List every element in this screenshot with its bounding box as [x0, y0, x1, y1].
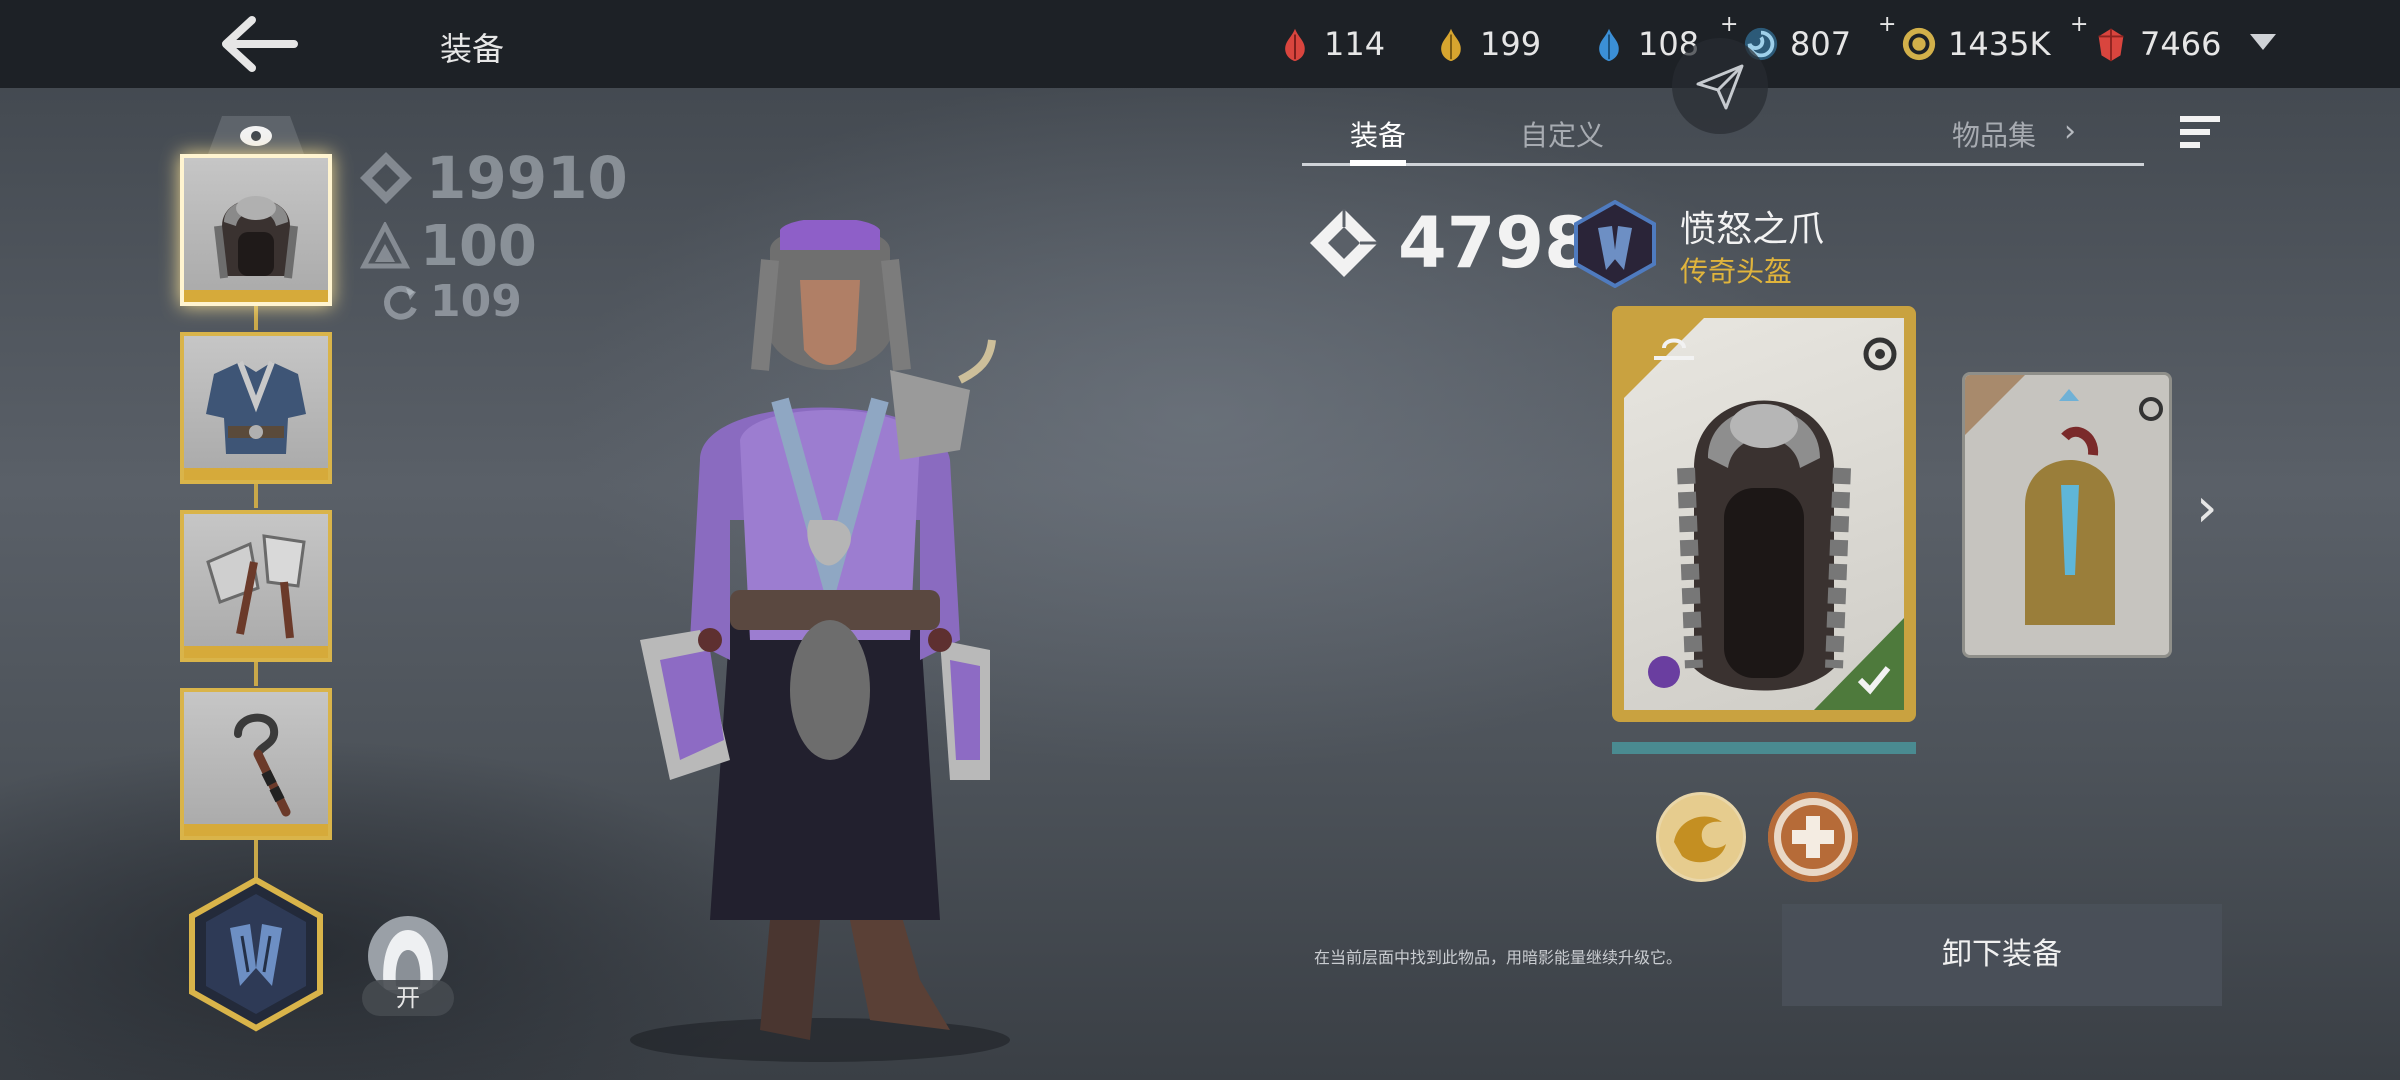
- slot-connector: [254, 660, 258, 686]
- upgrade-hint-text: 在当前层面中找到此物品，用暗影能量继续升级它。: [1314, 948, 1683, 967]
- resource-value: 7466: [2140, 25, 2222, 63]
- plus-cross-icon: [1768, 792, 1858, 882]
- resource-gold-shard[interactable]: 199: [1432, 22, 1541, 66]
- cycle-value: 109: [430, 276, 522, 327]
- slot-connector: [254, 838, 258, 878]
- item-name: 愤怒之爪: [1680, 209, 1825, 250]
- helmet-icon: [214, 196, 298, 279]
- tab-customize[interactable]: 自定义: [1520, 114, 1604, 154]
- item-class-emblem-icon: [1574, 200, 1656, 288]
- add-indicator: +: [1878, 12, 1897, 37]
- resource-ruby-gem[interactable]: + 7466: [2070, 12, 2222, 66]
- item-rarity: 传奇头盔: [1680, 255, 1793, 288]
- back-button[interactable]: [220, 14, 300, 74]
- back-arrow-icon: [222, 16, 298, 72]
- tab-underline: [1302, 163, 2144, 166]
- sort-icon[interactable]: [2180, 116, 2220, 150]
- gold-helmet-icon: [1965, 375, 2169, 655]
- upgrade-button[interactable]: [1768, 792, 1858, 882]
- equipment-tabs: 装备 自定义 物品集 ›: [1302, 108, 2144, 166]
- level-value: 100: [420, 214, 537, 279]
- add-indicator: +: [1720, 12, 1739, 37]
- power-diamond-icon: [1310, 209, 1378, 277]
- item-card-selected[interactable]: [1612, 306, 1916, 722]
- total-power-value: 19910: [426, 144, 628, 212]
- next-item-chevron-icon[interactable]: ›: [2196, 476, 2218, 539]
- page-title: 装备: [440, 30, 505, 68]
- hook-weapon-icon: [234, 713, 291, 817]
- add-indicator: +: [2070, 12, 2089, 37]
- resource-value: 1435K: [1948, 25, 2051, 63]
- paper-plane-icon: [1696, 64, 1744, 110]
- item-upgrade-progress: [1612, 742, 1916, 754]
- item-card-alternate[interactable]: [1962, 372, 2172, 658]
- set-emblem-button[interactable]: [186, 876, 326, 1032]
- power-diamond-icon: [360, 152, 412, 204]
- preview-toggle-tab[interactable]: [208, 116, 304, 154]
- gold-shard-icon: [1441, 28, 1461, 62]
- resources-dropdown-button[interactable]: [2250, 34, 2276, 50]
- resource-value: 114: [1324, 25, 1386, 63]
- unequip-button[interactable]: 卸下装备: [1782, 904, 2222, 1006]
- level-stat: 100: [360, 214, 537, 279]
- cycle-icon: [384, 285, 417, 320]
- slot-rarity-bar: [184, 646, 328, 658]
- slot-rarity-bar: [184, 824, 328, 836]
- ruby-gem-icon: [2098, 28, 2124, 62]
- resource-value: 807: [1790, 25, 1852, 63]
- tab-active-indicator: [1350, 160, 1406, 166]
- equip-slot-ranged[interactable]: [180, 688, 332, 840]
- red-shard-icon: [1285, 28, 1305, 62]
- equip-slot-helmet[interactable]: [180, 154, 332, 306]
- resource-value: 199: [1480, 25, 1542, 63]
- tab-equipment[interactable]: 装备: [1350, 114, 1406, 154]
- helmet-icon: [1624, 318, 1904, 710]
- slot-connector: [254, 304, 258, 330]
- slot-connector: [254, 482, 258, 508]
- character-model[interactable]: [620, 220, 1020, 1070]
- coin-icon: [1902, 27, 1936, 61]
- blue-shard-icon: [1599, 28, 1619, 62]
- item-card-art: [1624, 318, 1904, 710]
- hood-toggle-label[interactable]: 开: [362, 980, 454, 1016]
- slot-rarity-bar: [184, 290, 328, 302]
- equip-slot-chest[interactable]: [180, 332, 332, 484]
- item-power-value: 4798: [1398, 202, 1593, 284]
- cycle-stat: 109: [380, 276, 522, 327]
- chest-armor-icon: [206, 360, 306, 454]
- slot-rarity-bar: [184, 468, 328, 480]
- item-power: 4798: [1306, 202, 1593, 284]
- total-power-stat: 19910: [356, 144, 628, 212]
- resource-red-shard[interactable]: 114: [1276, 22, 1385, 66]
- swirl-wave-icon: [1659, 795, 1743, 879]
- tab-item-sets[interactable]: 物品集: [1952, 114, 2036, 154]
- infuse-button[interactable]: [1656, 792, 1746, 882]
- tab-next-chevron-icon[interactable]: ›: [2064, 114, 2076, 149]
- top-bar: 装备 114 199 108 + 807 + 1435K + 7466: [0, 0, 2400, 88]
- triangle-rank-icon: [360, 221, 410, 268]
- equip-slot-weapon[interactable]: [180, 510, 332, 662]
- resource-coin[interactable]: + 1435K: [1878, 12, 2051, 66]
- dual-cleavers-icon: [206, 534, 306, 639]
